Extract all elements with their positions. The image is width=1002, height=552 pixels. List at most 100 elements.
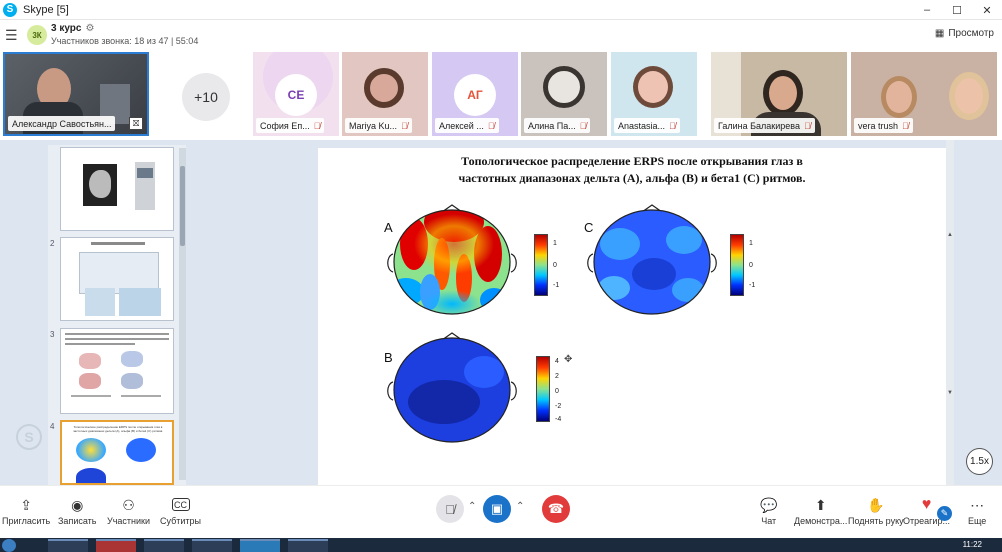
participant-tile[interactable]: Галина Балакирева 🎙̸: [711, 52, 847, 136]
heart-icon: ♥: [921, 496, 932, 513]
screen-share-icon[interactable]: ⛝: [129, 117, 143, 130]
participants-label: Участники: [107, 516, 150, 526]
zoom-level-button[interactable]: 1.5x: [966, 448, 993, 475]
gear-icon[interactable]: ⚙: [85, 23, 94, 34]
taskbar-item[interactable]: [288, 539, 328, 552]
colorbar-tick: -4: [555, 416, 562, 423]
participant-face: [364, 68, 404, 108]
more-button[interactable]: ⋯ Еще: [968, 494, 987, 527]
invite-label: Пригласить: [2, 516, 51, 526]
taskbar-item[interactable]: [96, 539, 136, 552]
colorbar-tick: -2: [555, 403, 562, 410]
maximize-button[interactable]: ☐: [942, 0, 972, 20]
slide-number: 2: [50, 239, 55, 248]
start-icon[interactable]: [2, 539, 16, 552]
taskbar-item[interactable]: [48, 539, 88, 552]
mic-off-icon: 🎙̸: [902, 120, 909, 131]
slide-scrollbar[interactable]: ▲ ▼: [946, 140, 954, 485]
pen-icon[interactable]: ✎: [937, 506, 952, 521]
colorbar-a: [534, 234, 548, 296]
colorbar-tick: 1: [553, 240, 557, 247]
share-screen-button[interactable]: ⬆ Демонстра...: [794, 494, 848, 527]
hang-up-icon: ☎: [547, 501, 565, 516]
mic-off-icon: 🎙̸: [313, 120, 321, 131]
view-button[interactable]: ▦ Просмотр: [935, 28, 994, 39]
participant-tile[interactable]: vera trush 🎙̸: [851, 52, 997, 136]
record-button[interactable]: ◉ Записать: [58, 494, 96, 527]
scroll-up-icon[interactable]: ▲: [946, 232, 954, 238]
participants-button[interactable]: ⚇ Участники: [107, 494, 150, 527]
colorbar-tick: 1: [749, 240, 753, 247]
mic-off-icon: 🎙̸: [401, 120, 408, 131]
scroll-down-icon[interactable]: ▼: [946, 390, 954, 396]
participant-tile[interactable]: АГ Алексей ... 🎙̸: [432, 52, 518, 136]
taskbar-item[interactable]: [240, 539, 280, 552]
slide-title: Топологическое распределение ERPS после …: [318, 153, 946, 187]
participant-initials: СЕ: [275, 74, 317, 116]
slide-thumbnail[interactable]: [60, 147, 174, 231]
topomap-b: [387, 332, 517, 443]
more-label: Еще: [968, 516, 987, 526]
participant-strip: Александр Савостьян... ⛝ +10 СЕ София Еп…: [0, 50, 1002, 140]
participant-tile-self[interactable]: Александр Савостьян... ⛝: [3, 52, 149, 136]
chevron-up-icon[interactable]: ⌃: [468, 501, 476, 512]
taskbar-item[interactable]: [192, 539, 232, 552]
participant-nameplate: Александр Савостьян...: [8, 116, 116, 131]
colorbar-tick: 2: [555, 373, 559, 380]
more-participants-button[interactable]: +10: [182, 73, 230, 121]
call-controls: ⇪ Пригласить ◉ Записать ⚇ Участники CC С…: [0, 485, 1002, 537]
skype-icon: S: [3, 2, 17, 17]
close-button[interactable]: ✕: [972, 0, 1002, 20]
colorbar-tick: 0: [555, 388, 559, 395]
slide-thumbnail[interactable]: [60, 328, 174, 414]
subtitles-button[interactable]: CC Субтитры: [160, 494, 201, 526]
call-header: ☰ 3К 3 курс ⚙ Участников звонка: 18 из 47…: [0, 20, 1002, 50]
thumbnails-scrollbar[interactable]: [179, 148, 186, 480]
video-camera-icon: ▣: [490, 501, 504, 516]
taskbar-item[interactable]: [144, 539, 184, 552]
mute-button[interactable]: 🎙̸: [436, 495, 464, 523]
colorbar-b: [536, 356, 550, 422]
colorbar-tick: 4: [555, 358, 559, 365]
invite-button[interactable]: ⇪ Пригласить: [2, 494, 51, 527]
end-call-button[interactable]: ☎: [542, 495, 570, 523]
group-avatar[interactable]: 3К: [27, 25, 47, 45]
skype-watermark-icon: S: [16, 424, 42, 450]
participant-nameplate: София Еп... 🎙̸: [256, 118, 325, 133]
participant-tile[interactable]: СЕ София Еп... 🎙̸: [253, 52, 339, 136]
participant-tile[interactable]: Mariya Ku... 🎙̸: [342, 52, 428, 136]
colorbar-tick: -1: [553, 282, 560, 289]
share-label: Демонстра...: [794, 516, 848, 526]
participant-nameplate: Галина Балакирева 🎙̸: [714, 118, 815, 133]
record-icon: ◉: [71, 496, 84, 513]
slide-title-line: частотных диапазонах дельта (А), альфа (…: [458, 171, 806, 185]
screen-share-icon: ⬆: [814, 496, 827, 513]
topomap-a: [387, 204, 517, 315]
participant-nameplate: Алексей ... 🎙̸: [435, 118, 499, 133]
slide-number: 4: [50, 422, 55, 431]
share-upload-icon: ⇪: [20, 496, 32, 513]
hand-icon: ✋: [867, 496, 885, 513]
participant-face: [881, 76, 917, 118]
move-cursor-icon: ✥: [564, 354, 573, 365]
topomap-c: [587, 204, 717, 315]
chevron-up-icon[interactable]: ⌃: [516, 501, 524, 512]
raise-hand-button[interactable]: ✋ Поднять руку: [848, 494, 904, 527]
window-title: Skype [5]: [23, 3, 69, 16]
camera-button[interactable]: ▣: [483, 495, 511, 523]
mic-off-icon: 🎙̸: [803, 120, 811, 131]
minimize-button[interactable]: –: [912, 0, 942, 20]
thumbnail-text: Топологическое распределение ERPS после …: [72, 425, 164, 433]
participant-tile[interactable]: Anastasia... 🎙̸: [611, 52, 697, 136]
participant-face: [633, 66, 673, 108]
call-info: 3 курс ⚙ Участников звонка: 18 из 47 | 55…: [51, 23, 198, 47]
menu-icon[interactable]: ☰: [5, 27, 25, 44]
raise-hand-label: Поднять руку: [848, 516, 904, 526]
os-taskbar: 11:22: [0, 538, 1002, 552]
slide-thumbnail-active[interactable]: Топологическое распределение ERPS после …: [60, 420, 174, 485]
slide-title-line: Топологическое распределение ERPS после …: [461, 154, 803, 168]
chat-button[interactable]: 💬 Чат: [760, 494, 777, 527]
slide-thumbnail[interactable]: [60, 237, 174, 321]
participant-nameplate: Mariya Ku... 🎙̸: [345, 118, 412, 133]
participant-tile[interactable]: Алина Па... 🎙̸: [521, 52, 607, 136]
